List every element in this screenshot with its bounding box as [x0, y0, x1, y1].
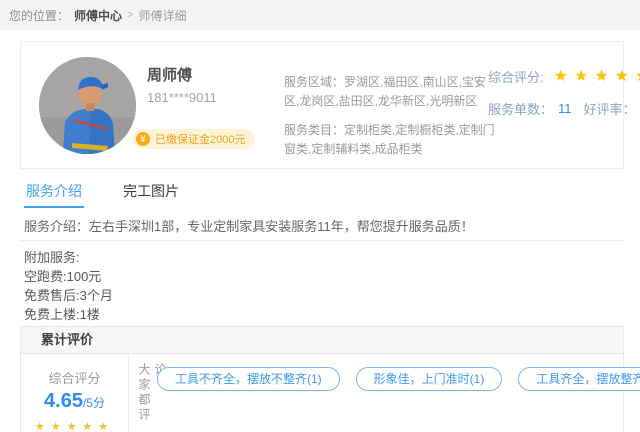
praise-rate-label: 好评率： [584, 99, 636, 118]
service-area-label: 服务区域： [284, 75, 344, 89]
technician-name: 周师傅 [147, 64, 192, 85]
review-tag-1[interactable]: 工具不齐全，摆放不整齐(1) [157, 367, 340, 391]
extra-services-block: 附加服务: 空跑费:100元 免费售后:3个月 免费上楼:1楼 [24, 248, 113, 324]
service-intro-label: 服务介绍： [24, 219, 89, 234]
extra-service-item: 空跑费:100元 [24, 267, 113, 286]
technician-phone: 181****9011 [147, 90, 217, 105]
orders-value: 11 [558, 101, 572, 116]
overall-score-value: 4.65 [44, 390, 83, 412]
review-summary-panel: 累计评价 综合评分 4.65/5分 ★★★★★ 大家都评论 工具不齐全，摆放不整… [20, 326, 624, 432]
detail-tab-bar: 服务介绍 完工图片 [0, 181, 640, 208]
breadcrumb-prefix: 您的位置： [9, 7, 69, 24]
overall-score-label: 综合评分 [21, 368, 128, 387]
service-info-column: 服务区域：罗湖区,福田区,南山区,宝安区,龙岗区,盐田区,龙华新区,光明新区 服… [284, 73, 498, 169]
service-stats-row: 服务单数： 11 好评率： 50.00% [488, 99, 640, 118]
review-panel-title: 累计评价 [21, 327, 623, 354]
service-area-row: 服务区域：罗湖区,福田区,南山区,宝安区,龙岗区,盐田区,龙华新区,光明新区 [284, 73, 498, 111]
worker-illustration [39, 57, 136, 154]
overall-rating-label: 综合评分: [488, 67, 544, 86]
technician-profile-card: 周师傅 181****9011 ¥ 已缴保证金2000元 服务区域：罗湖区,福田… [20, 41, 624, 169]
overall-score-column: 综合评分 4.65/5分 ★★★★★ [21, 354, 128, 432]
review-tag-2[interactable]: 形象佳，上门准时(1) [356, 367, 503, 391]
service-intro-text: 左右手深圳1部，专业定制家具安装服务11年，帮您提升服务品质！ [89, 219, 474, 234]
extra-service-item: 免费售后:3个月 [24, 286, 113, 305]
deposit-coin-icon: ¥ [136, 132, 150, 146]
breadcrumb-home-link[interactable]: 师傅中心 [74, 7, 122, 24]
review-tag-3[interactable]: 工具齐全，摆放整齐(1) [518, 367, 640, 391]
overall-score-suffix: /5分 [83, 396, 105, 410]
star-rating-icons: ★★★★★ [554, 69, 640, 85]
deposit-badge-label: 已缴保证金2000元 [155, 131, 245, 147]
tab-finished-photos[interactable]: 完工图片 [121, 181, 181, 208]
extra-services-title: 附加服务: [24, 248, 113, 267]
review-tag-list: 工具不齐全，摆放不整齐(1) 形象佳，上门准时(1) 工具齐全，摆放整齐(1) [157, 367, 640, 391]
orders-label: 服务单数： [488, 99, 553, 118]
section-divider [20, 240, 624, 241]
breadcrumb-current: 师傅详细 [138, 7, 186, 24]
deposit-badge: ¥ 已缴保证金2000元 [133, 129, 255, 149]
vertical-divider [128, 354, 129, 432]
chevron-right-icon: > [127, 9, 133, 21]
service-intro-row: 服务介绍：左右手深圳1部，专业定制家具安装服务11年，帮您提升服务品质！ [24, 216, 616, 235]
tab-service-intro[interactable]: 服务介绍 [24, 181, 84, 208]
overall-rating-row: 综合评分: ★★★★★ [488, 67, 640, 86]
master-detail-page: 您的位置： 师傅中心 > 师傅详细 周师傅 181****9011 ¥ 已缴保 [0, 0, 640, 432]
extra-service-item: 免费上楼:1楼 [24, 305, 113, 324]
service-category-label: 服务类目： [284, 123, 344, 137]
breadcrumb: 您的位置： 师傅中心 > 师傅详细 [0, 0, 640, 30]
score-star-icons: ★★★★★ [21, 420, 128, 432]
technician-photo [39, 57, 136, 154]
rating-column: 综合评分: ★★★★★ 服务单数： 11 好评率： 50.00% [488, 67, 640, 118]
overall-score-line: 4.65/5分 [21, 390, 128, 413]
review-panel-body: 综合评分 4.65/5分 ★★★★★ 大家都评论 工具不齐全，摆放不整齐(1) … [21, 354, 623, 432]
service-category-row: 服务类目：定制柜类,定制橱柜类,定制门窗类,定制辅料类,成品柜类 [284, 121, 498, 159]
